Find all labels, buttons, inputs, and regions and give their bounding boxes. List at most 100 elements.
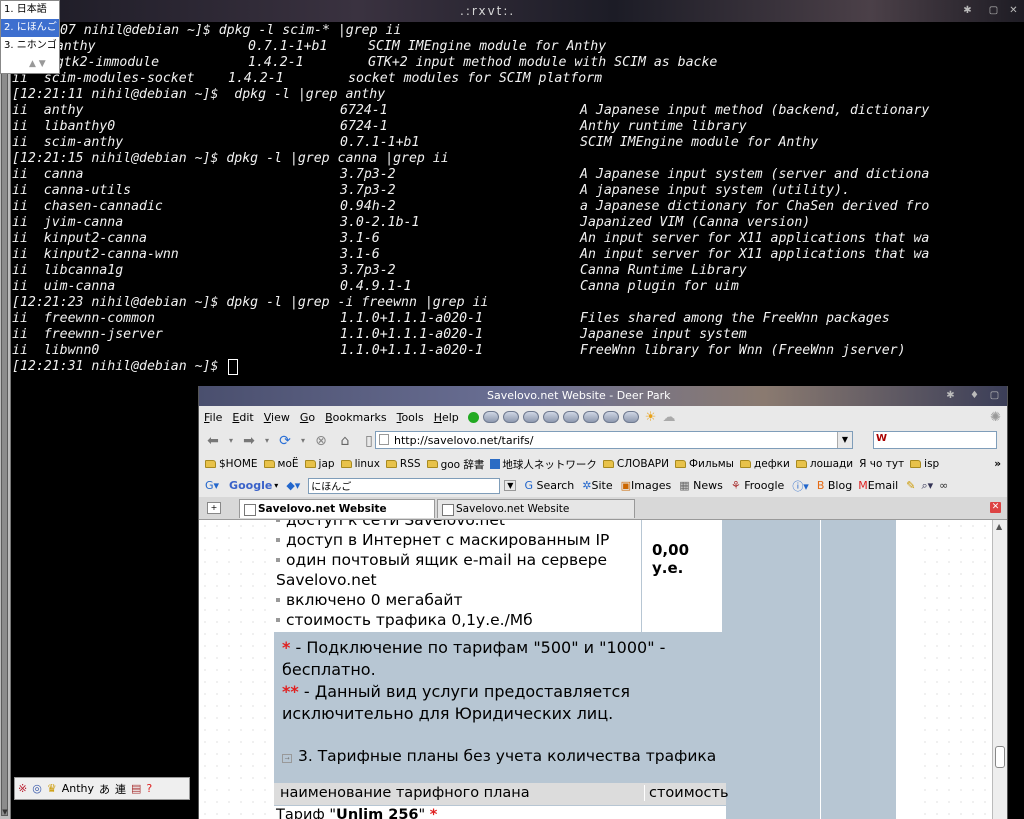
input-mode-label[interactable]: あ [99, 781, 110, 797]
weather-cloud-icon[interactable] [622, 411, 639, 423]
highlighter-icon[interactable]: ✎ [906, 479, 915, 492]
conversion-mode-label[interactable]: 連 [115, 781, 126, 797]
google-site-button[interactable]: ✲Site [582, 479, 612, 492]
bookmark-folder[interactable]: СЛОВАРИ [602, 458, 669, 470]
binoculars-icon[interactable]: ∞ [939, 479, 948, 492]
menu-go[interactable]: Go [295, 411, 320, 424]
bookmark-folder[interactable]: моЁ [263, 458, 299, 470]
back-dropdown-icon[interactable]: ▾ [227, 431, 235, 451]
maximize-icon[interactable]: ▢ [988, 5, 999, 16]
url-dropdown-icon[interactable]: ▼ [837, 432, 852, 448]
weather-cloud-icon[interactable] [602, 411, 619, 423]
google-blog-button[interactable]: B Blog [817, 479, 852, 492]
menu-edit[interactable]: Edit [227, 411, 258, 424]
bookmark-folder[interactable]: дефки [739, 458, 790, 470]
window-menu-icon[interactable]: ▢ [989, 390, 1000, 401]
forward-arrow-icon[interactable]: ➡ [239, 431, 259, 451]
bookmark-folder[interactable]: isp [910, 458, 939, 470]
back-arrow-icon[interactable]: ⬅ [203, 431, 223, 451]
google-menu-icon[interactable]: G▾ [205, 479, 219, 492]
candidate-page-arrows-icon[interactable]: ▲ ▼ [29, 59, 46, 69]
status-indicator-icon[interactable] [467, 411, 479, 423]
terminal-cell: ii scim-anthy [12, 135, 124, 150]
close-tab-icon[interactable]: ✕ [990, 502, 1001, 513]
page-scrollbar[interactable]: ▲ [992, 520, 1007, 819]
bookmark-folder[interactable]: RSS [385, 458, 421, 470]
anthy-label[interactable]: Anthy [62, 782, 94, 795]
forward-dropdown-icon[interactable]: ▾ [263, 431, 271, 451]
google-froogle-button[interactable]: ⚘ Froogle [731, 479, 784, 492]
flag-icon[interactable]: ✱ [962, 5, 973, 16]
weather-cloud-icon[interactable] [482, 411, 499, 423]
bookmark-folder[interactable]: linux [340, 458, 380, 470]
google-email-button[interactable]: MEmail [858, 479, 898, 492]
bookmarks-overflow-chevron[interactable]: » [994, 458, 1001, 470]
ime-candidate-window[interactable]: 1. 日本語 2. にほんご 3. ニホンゴ ▲ ▼ [0, 0, 60, 74]
weather-sun-icon[interactable]: ☀ [645, 410, 657, 425]
weather-cloud-icon[interactable] [542, 411, 559, 423]
url-input[interactable] [394, 432, 834, 448]
flag-icon[interactable]: ✱ [945, 390, 956, 401]
bookmark-folder[interactable]: Фильмы [675, 458, 734, 470]
bookmark-folder[interactable]: $HOME [205, 458, 258, 470]
scim-toolbar[interactable]: ※ ◎ ♛ Anthy あ 連 ▤ ? [14, 777, 190, 800]
ime-candidate-selected[interactable]: 2. にほんご [1, 19, 59, 37]
home-icon[interactable]: ⌂ [335, 431, 355, 451]
menu-help[interactable]: Help [429, 411, 464, 424]
tab-savelovo[interactable]: Savelovo.net Website [437, 499, 635, 518]
scroll-down-icon[interactable]: ▼ [1, 808, 9, 816]
bookmarks-toolbar: $HOME моЁ jap linux RSS goo 辞書 地球人ネットワーク… [199, 454, 1007, 474]
bookmark-folder[interactable]: goo 辞書 [426, 457, 484, 472]
input-method-icon[interactable]: ◎ [32, 782, 42, 795]
menu-file[interactable]: File [199, 411, 227, 424]
browser-titlebar[interactable]: Savelovo.net Website - Deer Park ✱ ♦ ▢ [199, 386, 1007, 406]
google-info-icon[interactable]: ⓘ▾ [792, 478, 809, 494]
scroll-up-icon[interactable]: ▲ [996, 522, 1002, 531]
bookmark-folder[interactable]: лошади [795, 458, 853, 470]
drop-icon[interactable]: ♦ [969, 390, 980, 401]
ime-candidate[interactable]: 1. 日本語 [1, 1, 59, 19]
page-scroll-thumb[interactable] [995, 746, 1005, 768]
scim-logo-icon[interactable]: ※ [18, 782, 27, 795]
weather-cloud-icon[interactable] [502, 411, 519, 423]
close-icon[interactable]: ✕ [1008, 5, 1019, 16]
bookmark-link[interactable]: 地球人ネットワーク [490, 457, 597, 472]
google-search-input[interactable] [308, 477, 501, 494]
menu-bookmarks[interactable]: Bookmarks [320, 411, 391, 424]
terminal-output[interactable]: :07 nihil@debian ~]$ dpkg -l scim-* |gre… [12, 23, 1012, 375]
google-options-icon[interactable]: ◆▾ [286, 479, 300, 492]
dictionary-icon[interactable]: ▤ [131, 782, 141, 795]
google-label[interactable]: Google [229, 479, 272, 492]
menu-tools[interactable]: Tools [392, 411, 429, 424]
google-history-dropdown-icon[interactable]: ▼ [504, 480, 517, 491]
url-bar[interactable]: ▼ [375, 431, 853, 449]
browser-window[interactable]: Savelovo.net Website - Deer Park ✱ ♦ ▢ F… [198, 386, 1008, 819]
weather-cloud-icon[interactable] [522, 411, 539, 423]
stop-icon[interactable]: ⊗ [311, 431, 331, 451]
terminal-scroll-thumb[interactable] [1, 46, 8, 816]
terminal-titlebar[interactable]: .:rxvt:. ✱ ▢ ✕ [0, 0, 1024, 22]
search-engine-label[interactable]: W [876, 433, 887, 444]
menu-view[interactable]: View [259, 411, 295, 424]
google-search-button[interactable]: G Search [524, 479, 574, 492]
weather-cloud-icon[interactable] [582, 411, 599, 423]
google-images-button[interactable]: ▣Images [621, 479, 672, 492]
google-news-button[interactable]: ▦ News [679, 479, 723, 492]
new-tab-icon[interactable]: + [207, 502, 221, 514]
terminal-line: ii canna 3.7p3-2 A Japanese input system (… [12, 167, 1012, 183]
weather-cloud-icon[interactable] [562, 411, 579, 423]
reload-dropdown-icon[interactable]: ▾ [299, 431, 307, 451]
terminal-scrollbar[interactable]: ▲ ▼ [0, 22, 11, 819]
search-engine-box[interactable]: W [873, 431, 997, 449]
google-dropdown-icon[interactable]: ▾ [274, 481, 278, 490]
terminal-line: ii jvim-canna 3.0-2.1b-1 Japanized VIM (Ca… [12, 215, 1012, 231]
web-page-content[interactable]: 0,00 у.е. доступ к сети Savelovo.net дос… [199, 520, 992, 819]
bookmark-link[interactable]: Я чо тут [859, 458, 904, 470]
help-icon[interactable]: ? [146, 782, 152, 795]
ime-candidate[interactable]: 3. ニホンゴ [1, 37, 59, 55]
bookmark-folder[interactable]: jap [304, 458, 335, 470]
tab-savelovo-active[interactable]: Savelovo.net Website [239, 499, 435, 518]
weather-cloud-icon[interactable]: ☁ [662, 410, 675, 425]
find-icon[interactable]: ⌕▾ [921, 479, 933, 493]
reload-icon[interactable]: ⟳ [275, 431, 295, 451]
